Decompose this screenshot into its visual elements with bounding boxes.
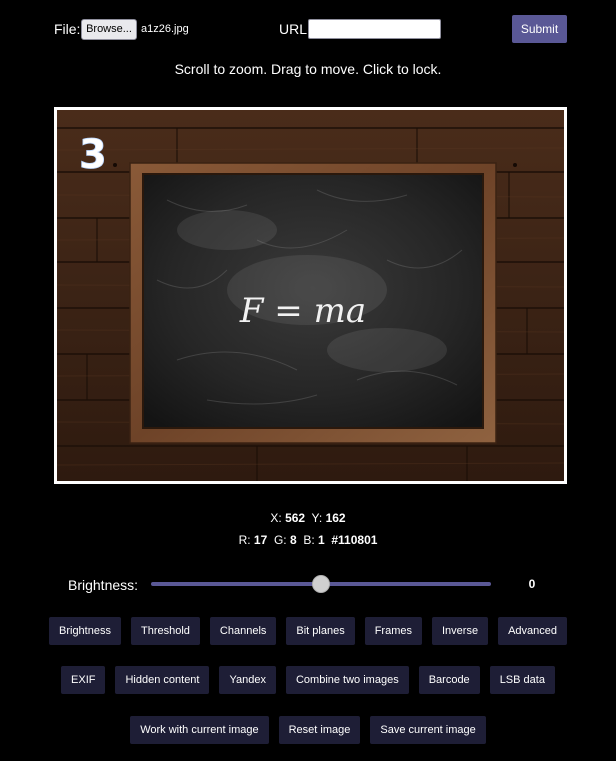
work-with-current-image-button[interactable]: Work with current image [130, 716, 269, 744]
bit-planes-button[interactable]: Bit planes [286, 617, 355, 645]
chalk-formula-text: F = ma [239, 291, 366, 331]
y-value: 162 [325, 511, 346, 525]
save-current-image-button[interactable]: Save current image [370, 716, 486, 744]
b-label: B: [303, 533, 315, 547]
advanced-button[interactable]: Advanced [498, 617, 567, 645]
url-input[interactable] [308, 19, 441, 39]
x-label: X: [270, 511, 282, 525]
viewer-instructions: Scroll to zoom. Drag to move. Click to l… [174, 61, 442, 77]
r-label: R: [238, 533, 251, 547]
threshold-button[interactable]: Threshold [130, 617, 200, 645]
g-value: 8 [289, 533, 297, 547]
coordinate-readout: X: 562 Y: 162 [0, 511, 616, 525]
tool-button-row-2: EXIF Hidden content Yandex Combine two imag… [0, 666, 616, 694]
hidden-content-button[interactable]: Hidden content [115, 666, 210, 694]
url-label: URL: [279, 21, 311, 37]
browse-button[interactable]: Browse... [81, 19, 137, 40]
selected-file-name: a1z26.jpg [141, 23, 189, 35]
brightness-button[interactable]: Brightness [49, 617, 121, 645]
y-label: Y: [311, 511, 323, 525]
image-viewer[interactable]: F = ma 3 [54, 107, 567, 484]
brightness-slider-label: Brightness: [68, 577, 139, 593]
corner-number-text: 3 [79, 132, 107, 178]
brightness-value: 0 [528, 577, 536, 591]
g-label: G: [273, 533, 287, 547]
loaded-image: F = ma 3 [57, 110, 564, 481]
tool-button-row-3: Work with current image Reset image Save c… [0, 716, 616, 744]
r-value: 17 [253, 533, 268, 547]
frames-button[interactable]: Frames [364, 617, 422, 645]
barcode-button[interactable]: Barcode [418, 666, 480, 694]
combine-two-images-button[interactable]: Combine two images [285, 666, 409, 694]
color-readout: R: 17 G: 8 B: 1 #110801 [0, 533, 616, 547]
exif-button[interactable]: EXIF [61, 666, 106, 694]
submit-button[interactable]: Submit [512, 15, 567, 43]
tool-button-row-1: Brightness Threshold Channels Bit planes Fra… [0, 617, 616, 645]
channels-button[interactable]: Channels [209, 617, 277, 645]
inverse-button[interactable]: Inverse [431, 617, 489, 645]
lsb-data-button[interactable]: LSB data [489, 666, 555, 694]
yandex-button[interactable]: Yandex [219, 666, 276, 694]
x-value: 562 [285, 511, 306, 525]
file-label: File: [54, 21, 81, 37]
brightness-slider-thumb[interactable] [312, 575, 330, 593]
image-forensics-page: File: Browse... a1z26.jpg URL: Submit Sc… [0, 0, 616, 761]
reset-image-button[interactable]: Reset image [278, 716, 361, 744]
hex-value: #110801 [331, 533, 378, 547]
b-value: 1 [318, 533, 325, 547]
